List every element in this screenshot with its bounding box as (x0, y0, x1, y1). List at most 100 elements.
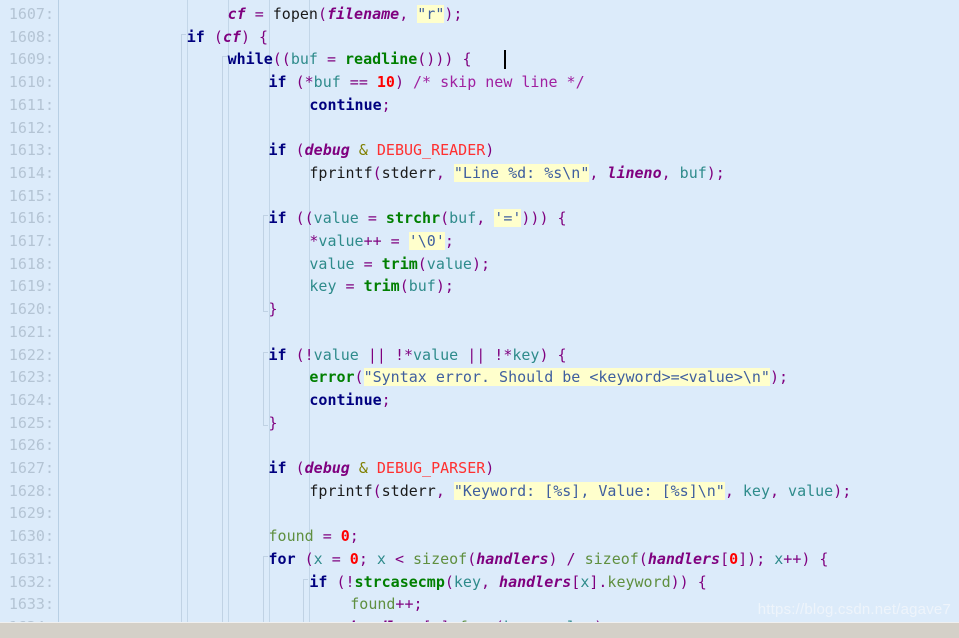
code-token-op: ) (548, 549, 558, 568)
code-token-str: "r" (417, 5, 445, 23)
code-line[interactable]: } (269, 412, 278, 435)
code-line[interactable]: found = 0; (269, 525, 359, 548)
code-token-pln (689, 573, 698, 591)
code-token-op: ))) (521, 209, 549, 228)
code-line[interactable]: if (!value || !*value || !*key) { (269, 344, 567, 367)
fold-bracket[interactable] (262, 215, 268, 313)
code-token-kw: if (186, 27, 205, 46)
code-line[interactable]: fprintf(stderr, "Keyword: [%s], Value: [… (309, 480, 851, 503)
code-token-id: value (788, 481, 834, 500)
code-token-op: == (349, 73, 368, 92)
code-token-pln (485, 346, 494, 364)
code-line[interactable]: fprintf(stderr, "Line %d: %s\n", lineno,… (309, 162, 725, 185)
code-token-op: { (259, 27, 269, 46)
code-token-kw: if (268, 141, 287, 160)
fold-bracket[interactable] (221, 56, 227, 622)
code-token-pln (287, 346, 296, 364)
code-token-op: = (367, 209, 377, 228)
code-token-pln (336, 277, 345, 295)
code-token-kw: if (268, 345, 287, 364)
code-token-pln (287, 73, 296, 91)
code-token-op: = (345, 277, 355, 296)
code-token-fn: readline (345, 50, 418, 69)
code-token-op: ( (638, 549, 648, 568)
fold-bracket[interactable] (262, 555, 268, 622)
code-token-pln (382, 232, 391, 250)
code-token-op: ) (485, 459, 495, 477)
code-token-pln (287, 459, 296, 477)
code-token-pln (400, 232, 409, 250)
code-line[interactable]: found++; (350, 593, 422, 616)
code-token-op: ( (372, 481, 382, 500)
code-line[interactable]: for (x = 0; x < sizeof(handlers) / sizeo… (269, 548, 829, 571)
code-line[interactable]: if (*buf == 10) /* skip new line */ (269, 71, 585, 94)
code-token-op: ( (317, 5, 327, 23)
code-token-pln (548, 209, 557, 227)
code-token-op: , (435, 481, 445, 500)
code-token-var: cf (227, 5, 246, 23)
code-token-id: x (580, 572, 590, 591)
code-line[interactable]: } (269, 298, 278, 321)
code-line[interactable]: if (debug & DEBUG_READER) (269, 139, 495, 162)
code-token-id: x (774, 549, 784, 568)
code-token-pln (368, 550, 377, 568)
code-line[interactable]: if (debug & DEBUG_PARSER) (269, 457, 495, 480)
code-token-id: buf (290, 50, 318, 69)
code-token-var: filename (326, 5, 400, 23)
code-line[interactable]: key = trim(buf); (309, 275, 454, 298)
code-token-fn: trim (363, 277, 400, 296)
line-number: 1632: (8, 572, 54, 591)
code-token-op: < (394, 549, 404, 568)
code-token-pln (548, 346, 557, 364)
fold-bracket[interactable] (303, 578, 309, 622)
code-token-op: ); (444, 5, 463, 23)
code-line[interactable]: continue; (309, 94, 390, 117)
code-token-op: ) (394, 73, 404, 92)
code-token-fn: trim (381, 254, 418, 273)
code-line[interactable]: cf = fopen(filename, "r"); (227, 3, 463, 26)
code-token-op: = (254, 5, 264, 23)
code-line[interactable]: while((buf = readline())) { (228, 48, 472, 71)
code-token-op: ; (381, 95, 391, 114)
code-token-num: 0 (349, 549, 359, 568)
code-token-op: , (399, 5, 409, 23)
code-token-var: handlers (499, 572, 572, 591)
code-token-id: value (426, 254, 472, 273)
code-token-fn: error (309, 368, 355, 387)
line-number-gutter[interactable]: 1607: 1608: 1609: 1610: 1611: 1612: 1613: 1614:… (0, 0, 59, 636)
line-number: 1609: (8, 50, 54, 69)
code-token-op: || (367, 345, 386, 364)
code-token-op: ); (769, 368, 789, 387)
code-token-op: [ (720, 549, 730, 568)
code-token-pln (368, 73, 377, 91)
code-token-op: (* (295, 73, 314, 92)
code-token-gid: found (350, 595, 396, 614)
code-token-id: key (742, 481, 770, 500)
code-line[interactable]: *value++ = '\0'; (309, 230, 454, 253)
fold-bracket[interactable] (262, 351, 268, 426)
code-token-pln (445, 482, 454, 500)
code-token-str: "Syntax error. Should be <keyword>=<valu… (363, 368, 770, 387)
code-token-kw: if (268, 459, 287, 477)
code-line[interactable]: error("Syntax error. Should be <keyword>… (309, 366, 788, 389)
code-line[interactable]: if (cf) { (187, 26, 268, 49)
code-token-pln (287, 141, 296, 159)
fold-bracket[interactable] (180, 33, 186, 622)
code-token-id: buf (313, 73, 341, 92)
code-token-op: { (462, 50, 472, 69)
code-token-op: ( (295, 459, 305, 477)
code-token-cmt: /* skip new line */ (413, 73, 585, 92)
code-text-area[interactable]: cf = fopen(filename, "r"); if (cf) {while… (60, 0, 959, 622)
code-token-str: "Line %d: %s\n" (453, 163, 590, 182)
code-line[interactable]: value = trim(value); (309, 253, 490, 276)
code-token-id: buf (408, 277, 436, 296)
horizontal-scrollbar[interactable] (0, 622, 959, 638)
code-line[interactable]: if ((value = strchr(buf, '='))) { (269, 207, 567, 230)
line-number: 1631: (8, 549, 54, 568)
code-token-op: (! (336, 572, 355, 591)
code-editor[interactable]: 1607: 1608: 1609: 1610: 1611: 1612: 1613: 1614:… (0, 0, 959, 638)
code-token-op: { (697, 572, 707, 591)
code-line[interactable]: if (!strcasecmp(key, handlers[x].keyword… (309, 571, 706, 594)
code-line[interactable]: continue; (309, 389, 390, 412)
code-token-kw: continue (309, 95, 382, 114)
